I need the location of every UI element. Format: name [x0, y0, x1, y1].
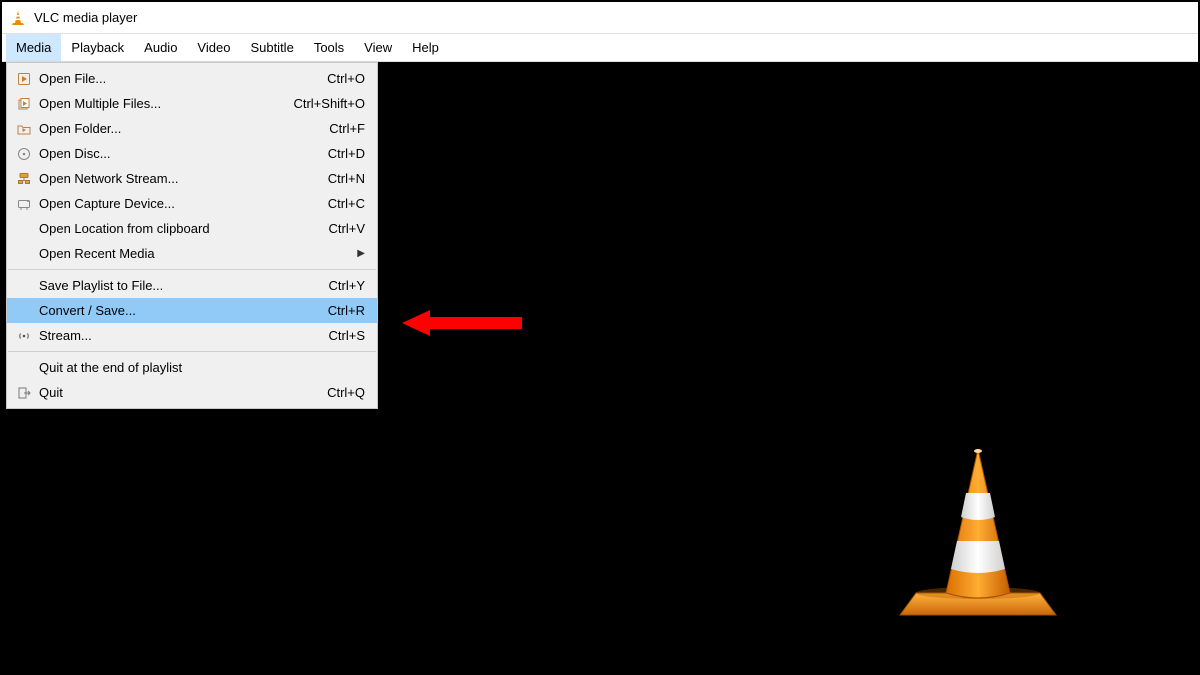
menu-subtitle[interactable]: Subtitle: [240, 34, 303, 61]
title-bar: VLC media player: [2, 2, 1198, 34]
files-icon: [13, 97, 35, 111]
menu-item-shortcut: Ctrl+Q: [327, 385, 369, 400]
menu-item-open-location-clipboard[interactable]: Open Location from clipboard Ctrl+V: [7, 216, 377, 241]
menu-item-label: Quit at the end of playlist: [35, 360, 365, 375]
menu-item-stream[interactable]: Stream... Ctrl+S: [7, 323, 377, 348]
media-dropdown: Open File... Ctrl+O Open Multiple Files.…: [6, 62, 378, 409]
menu-tools[interactable]: Tools: [304, 34, 354, 61]
vlc-logo-cone: [898, 443, 1058, 623]
menu-item-label: Open File...: [35, 71, 327, 86]
menu-item-shortcut: Ctrl+D: [328, 146, 369, 161]
menu-help[interactable]: Help: [402, 34, 449, 61]
network-icon: [13, 172, 35, 186]
menu-item-shortcut: Ctrl+S: [329, 328, 369, 343]
menu-item-convert-save[interactable]: Convert / Save... Ctrl+R: [7, 298, 377, 323]
menu-item-open-file[interactable]: Open File... Ctrl+O: [7, 66, 377, 91]
menu-item-label: Open Multiple Files...: [35, 96, 293, 111]
menu-item-shortcut: Ctrl+Shift+O: [293, 96, 369, 111]
menu-item-label: Open Disc...: [35, 146, 328, 161]
submenu-arrow-icon: ▶: [357, 248, 369, 259]
menu-item-label: Open Capture Device...: [35, 196, 328, 211]
menu-item-shortcut: Ctrl+C: [328, 196, 369, 211]
menu-item-shortcut: Ctrl+V: [329, 221, 369, 236]
menu-item-label: Save Playlist to File...: [35, 278, 329, 293]
capture-icon: [13, 197, 35, 211]
menu-video[interactable]: Video: [187, 34, 240, 61]
menu-item-label: Convert / Save...: [35, 303, 328, 318]
menu-audio[interactable]: Audio: [134, 34, 187, 61]
menu-item-shortcut: Ctrl+F: [329, 121, 369, 136]
menu-item-open-recent-media[interactable]: Open Recent Media ▶: [7, 241, 377, 266]
menu-item-save-playlist[interactable]: Save Playlist to File... Ctrl+Y: [7, 273, 377, 298]
menu-item-label: Open Location from clipboard: [35, 221, 329, 236]
menu-item-quit-end-playlist[interactable]: Quit at the end of playlist: [7, 355, 377, 380]
menu-separator: [8, 269, 376, 270]
menu-separator: [8, 351, 376, 352]
menu-bar: Media Playback Audio Video Subtitle Tool…: [2, 34, 1198, 62]
folder-play-icon: [13, 122, 35, 136]
menu-item-label: Open Folder...: [35, 121, 329, 136]
disc-icon: [13, 147, 35, 161]
menu-item-open-multiple-files[interactable]: Open Multiple Files... Ctrl+Shift+O: [7, 91, 377, 116]
window-title: VLC media player: [34, 10, 137, 25]
menu-item-open-network-stream[interactable]: Open Network Stream... Ctrl+N: [7, 166, 377, 191]
menu-item-label: Quit: [35, 385, 327, 400]
menu-item-shortcut: Ctrl+Y: [329, 278, 369, 293]
menu-item-quit[interactable]: Quit Ctrl+Q: [7, 380, 377, 405]
menu-view[interactable]: View: [354, 34, 402, 61]
file-play-icon: [13, 72, 35, 86]
menu-item-label: Stream...: [35, 328, 329, 343]
menu-item-shortcut: Ctrl+R: [328, 303, 369, 318]
quit-icon: [13, 386, 35, 400]
annotation-arrow: [402, 308, 522, 338]
stream-icon: [13, 329, 35, 343]
vlc-cone-icon: [10, 10, 26, 26]
menu-item-open-disc[interactable]: Open Disc... Ctrl+D: [7, 141, 377, 166]
menu-item-label: Open Recent Media: [35, 246, 357, 261]
menu-media[interactable]: Media: [6, 34, 61, 61]
menu-playback[interactable]: Playback: [61, 34, 134, 61]
menu-item-label: Open Network Stream...: [35, 171, 328, 186]
menu-item-shortcut: Ctrl+O: [327, 71, 369, 86]
menu-item-open-capture-device[interactable]: Open Capture Device... Ctrl+C: [7, 191, 377, 216]
menu-item-shortcut: Ctrl+N: [328, 171, 369, 186]
menu-item-open-folder[interactable]: Open Folder... Ctrl+F: [7, 116, 377, 141]
